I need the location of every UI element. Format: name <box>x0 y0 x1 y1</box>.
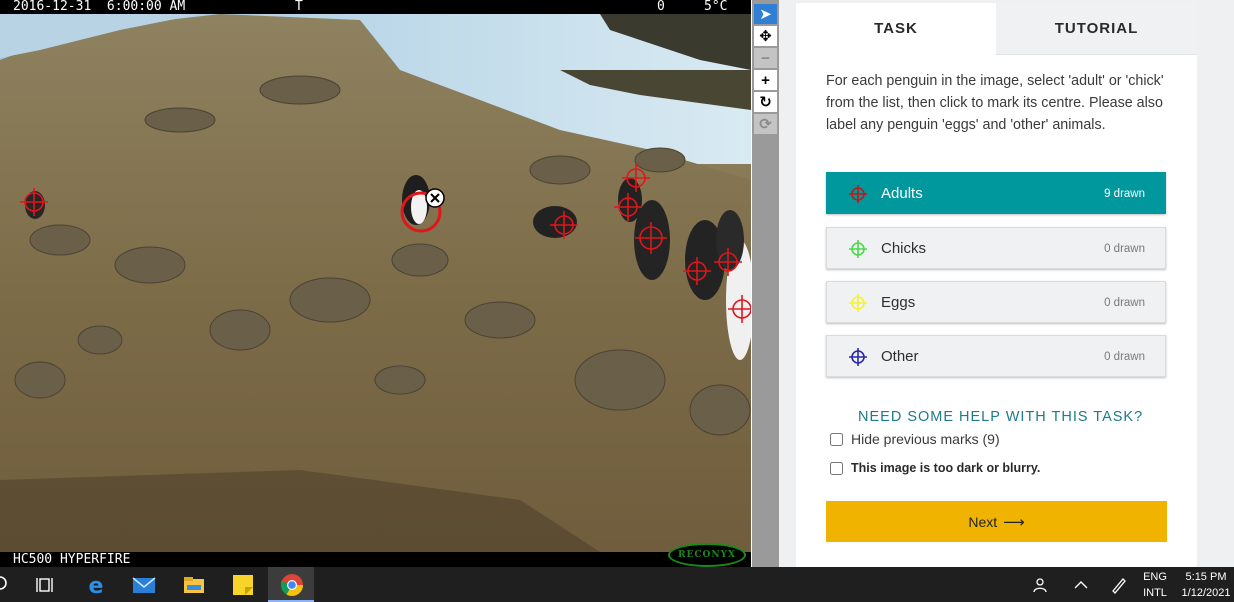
image-toolbar: ➤ ✥ − + ↻ ⟳ <box>752 0 779 567</box>
option-count: 0 drawn <box>1104 243 1145 255</box>
tool-option-eggs[interactable]: Eggs 0 drawn <box>826 281 1166 323</box>
camera-trigger: T <box>295 0 303 14</box>
chevron-up-icon[interactable] <box>1073 578 1089 592</box>
option-count: 0 drawn <box>1104 351 1145 363</box>
hide-marks-checkbox[interactable] <box>830 432 843 446</box>
option-label: Adults <box>881 185 923 202</box>
task-instructions: For each penguin in the image, select 'a… <box>826 73 1164 133</box>
search-icon[interactable] <box>0 574 12 594</box>
camera-timestamp: 2016-12-31 6:00:00 AM <box>13 0 186 14</box>
adult-crosshair-icon <box>849 185 867 203</box>
option-label: Eggs <box>881 294 916 311</box>
camera-info-bar: 2016-12-31 6:00:00 AM T 0 5°C <box>0 0 751 14</box>
too-dark-row[interactable]: This image is too dark or blurry. <box>830 461 1040 475</box>
tool-option-chicks[interactable]: Chicks 0 drawn <box>826 227 1166 269</box>
penguin-camera-image[interactable] <box>0 0 751 567</box>
next-label: Next <box>968 513 998 530</box>
language-top: ENG <box>1143 571 1167 583</box>
chick-crosshair-icon <box>849 240 867 258</box>
file-explorer-icon[interactable] <box>181 572 207 598</box>
reset-view-icon[interactable]: ⟳ <box>754 114 777 134</box>
svg-text:e: e <box>89 574 104 598</box>
moon-phase: 0 <box>657 0 665 14</box>
reconyx-logo: RECONYX <box>668 543 746 567</box>
tab-tutorial[interactable]: TUTORIAL <box>996 3 1197 55</box>
people-icon[interactable] <box>1031 576 1049 594</box>
option-count: 9 drawn <box>1104 188 1145 200</box>
help-link[interactable]: NEED SOME HELP WITH THIS TASK? <box>858 409 1143 425</box>
hide-marks-row[interactable]: Hide previous marks (9) <box>830 431 1000 447</box>
hide-marks-label: Hide previous marks (9) <box>851 431 1000 447</box>
mail-icon[interactable] <box>131 572 157 598</box>
option-label: Chicks <box>881 240 927 257</box>
too-dark-checkbox[interactable] <box>830 461 843 475</box>
camera-model-bar: HC500 HYPERFIRE <box>0 552 751 567</box>
windows-taskbar: e ENG INTL 5:15 PM 1/12/2021 <box>0 567 1234 602</box>
egg-crosshair-icon <box>849 294 867 312</box>
arrow-right-icon: ⟶ <box>1003 513 1025 531</box>
option-label: Other <box>881 348 919 365</box>
too-dark-label: This image is too dark or blurry. <box>851 461 1041 475</box>
clock[interactable]: 5:15 PM 1/12/2021 <box>1178 569 1234 601</box>
chrome-icon[interactable] <box>279 572 305 598</box>
camera-model: HC500 HYPERFIRE <box>13 552 131 567</box>
rotate-icon[interactable]: ↻ <box>754 92 777 112</box>
tool-option-other[interactable]: Other 0 drawn <box>826 335 1166 377</box>
pointer-tool-icon[interactable]: ➤ <box>754 4 777 24</box>
zoom-out-icon[interactable]: − <box>754 48 777 68</box>
clock-date: 1/12/2021 <box>1181 587 1231 599</box>
subject-image-viewer[interactable]: 2016-12-31 6:00:00 AM T 0 5°C HC500 HYPE… <box>0 0 751 567</box>
pan-tool-icon[interactable]: ✥ <box>754 26 777 46</box>
task-view-icon[interactable] <box>33 572 59 598</box>
camera-temperature: 5°C <box>704 0 728 14</box>
option-count: 0 drawn <box>1104 297 1145 309</box>
clock-time: 5:15 PM <box>1185 571 1227 583</box>
tab-task[interactable]: TASK <box>796 3 996 54</box>
language-indicator[interactable]: ENG INTL <box>1138 569 1172 601</box>
next-button[interactable]: Next ⟶ <box>826 501 1167 542</box>
zoom-in-icon[interactable]: + <box>754 70 777 90</box>
pen-icon[interactable] <box>1110 576 1128 594</box>
tool-option-adults[interactable]: Adults 9 drawn <box>826 172 1166 214</box>
language-bottom: INTL <box>1143 587 1167 599</box>
sticky-notes-icon[interactable] <box>230 572 256 598</box>
other-crosshair-icon <box>849 348 867 366</box>
edge-icon[interactable]: e <box>83 572 109 598</box>
delete-marker-icon[interactable] <box>425 188 445 208</box>
task-panel: TASK TUTORIAL For each penguin in the im… <box>796 3 1197 567</box>
